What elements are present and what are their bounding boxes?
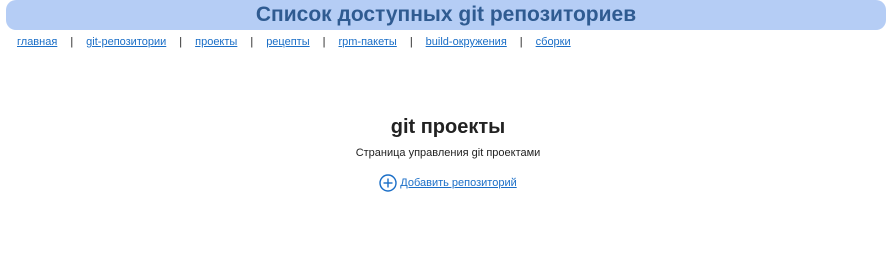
- nav-separator: |: [519, 36, 523, 48]
- nav-link-build-environments[interactable]: build-окружения: [426, 36, 507, 48]
- page: Список доступных git репозиториев главна…: [0, 0, 896, 275]
- header-bar: Список доступных git репозиториев: [6, 0, 886, 30]
- nav-separator: |: [322, 36, 326, 48]
- main-nav: главная | git-репозитории | проекты | ре…: [17, 35, 571, 49]
- header-title: Список доступных git репозиториев: [255, 3, 637, 26]
- add-repository-link[interactable]: Добавить репозиторий: [379, 174, 517, 192]
- page-subtitle: Страница управления git проектами: [355, 147, 541, 159]
- nav-link-rpm-packages[interactable]: rpm-пакеты: [338, 36, 396, 48]
- nav-link-git-repositories[interactable]: git-репозитории: [86, 36, 166, 48]
- nav-separator: |: [250, 36, 254, 48]
- nav-separator: |: [70, 36, 74, 48]
- nav-link-recipes[interactable]: рецепты: [266, 36, 309, 48]
- nav-separator: |: [179, 36, 183, 48]
- page-title: git проекты: [390, 116, 506, 138]
- main-content: git проекты Страница управления git прое…: [0, 114, 896, 197]
- plus-circle-icon: [379, 174, 397, 192]
- nav-link-home[interactable]: главная: [17, 36, 57, 48]
- nav-link-builds[interactable]: сборки: [536, 36, 571, 48]
- nav-separator: |: [409, 36, 413, 48]
- add-repository-label: Добавить репозиторий: [400, 177, 517, 189]
- nav-link-projects[interactable]: проекты: [195, 36, 237, 48]
